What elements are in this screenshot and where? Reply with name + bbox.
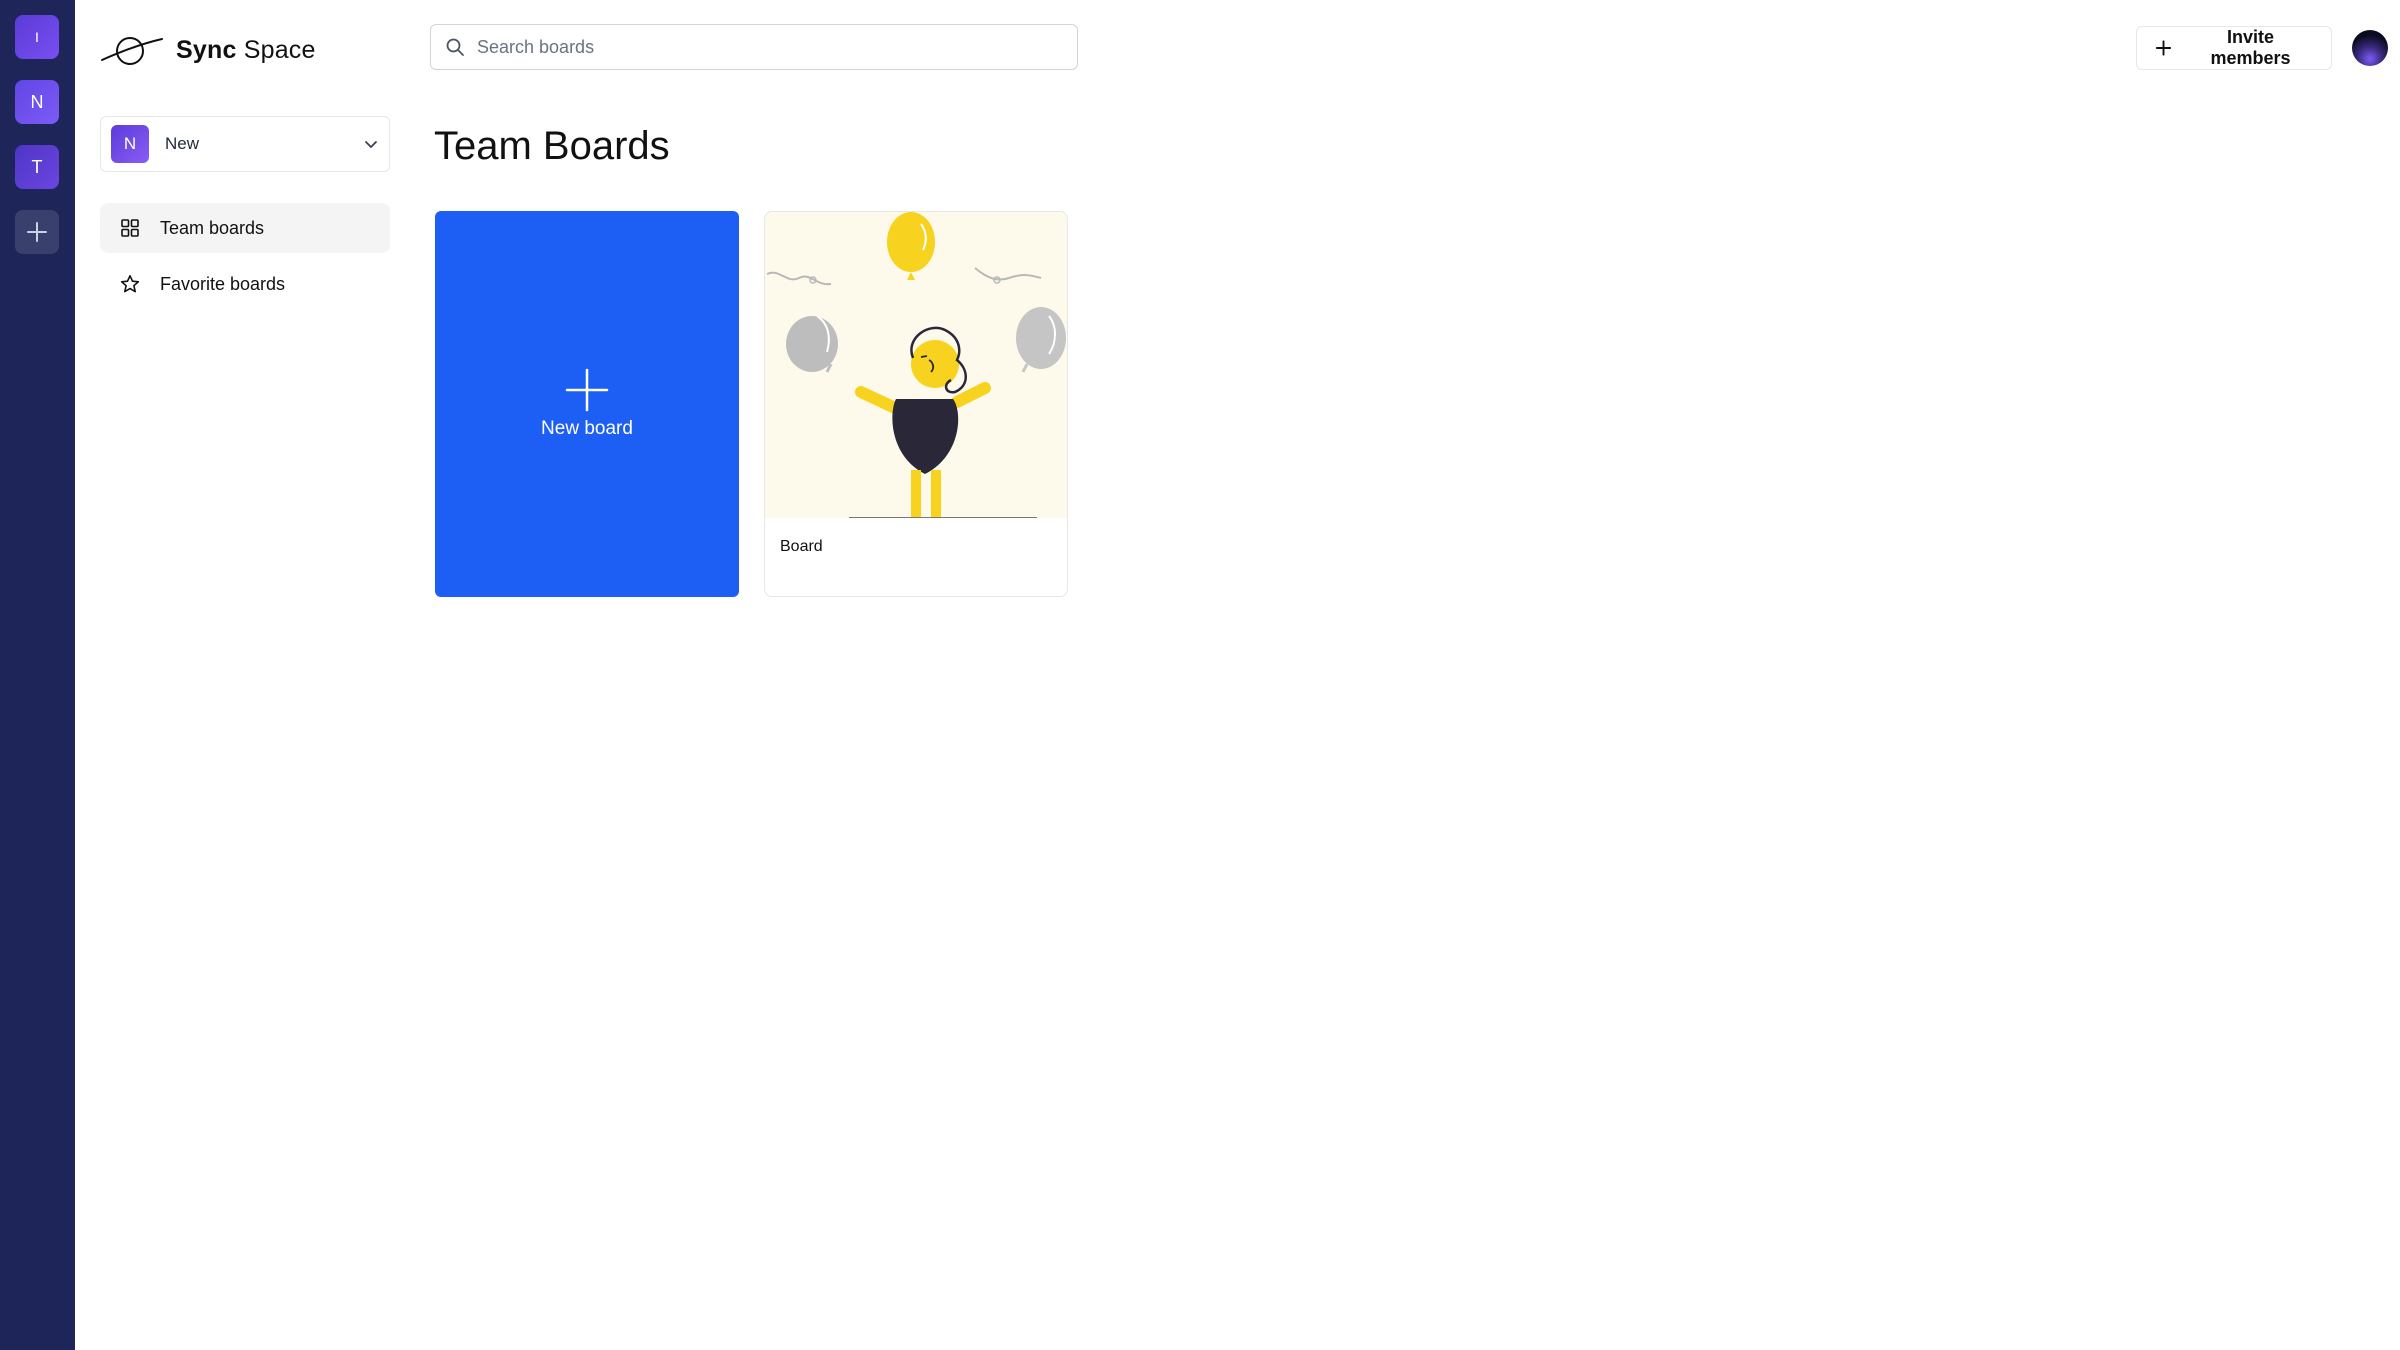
org-name: New — [165, 134, 200, 153]
board-thumbnail — [765, 212, 1067, 519]
app-logo[interactable]: Sync Space — [100, 32, 316, 68]
sidebar-item-team-boards[interactable]: Team boards — [100, 203, 390, 253]
celebration-illustration — [766, 212, 1066, 519]
org-switch-t[interactable]: T — [15, 145, 59, 189]
search-input[interactable] — [477, 36, 1057, 58]
add-org-button[interactable] — [15, 210, 59, 254]
org-switch-i[interactable]: I — [15, 15, 59, 59]
app-name-regular: Space — [243, 35, 316, 64]
board-card[interactable]: Board — [764, 211, 1068, 597]
search-icon — [446, 38, 464, 56]
app-name-bold: Sync — [176, 35, 237, 64]
new-board-label: New board — [541, 418, 633, 439]
chevron-down-icon — [365, 141, 377, 148]
plus-icon — [565, 368, 609, 412]
star-icon — [120, 275, 140, 293]
org-rail: I N T — [0, 0, 75, 1350]
plus-icon — [2155, 40, 2172, 56]
page-title: Team Boards — [434, 124, 670, 168]
plus-icon — [27, 222, 47, 242]
logo-icon — [101, 37, 163, 65]
sidebar-item-label: Team boards — [160, 217, 265, 238]
grid-icon — [121, 219, 139, 237]
board-title: Board — [780, 538, 823, 555]
invite-members-label: Invite members — [2210, 27, 2291, 68]
search-box[interactable] — [430, 24, 1078, 70]
sidebar-item-label: Favorite boards — [160, 273, 286, 294]
invite-members-button[interactable]: Invite members — [2136, 26, 2332, 70]
org-switch-n[interactable]: N — [15, 80, 59, 124]
org-badge: N — [111, 125, 149, 163]
new-board-button[interactable]: New board — [435, 211, 739, 597]
app-name: Sync Space — [176, 36, 316, 65]
avatar[interactable] — [2352, 30, 2388, 66]
org-selector[interactable]: N New — [100, 116, 390, 172]
sidebar-item-favorite-boards[interactable]: Favorite boards — [100, 259, 390, 309]
